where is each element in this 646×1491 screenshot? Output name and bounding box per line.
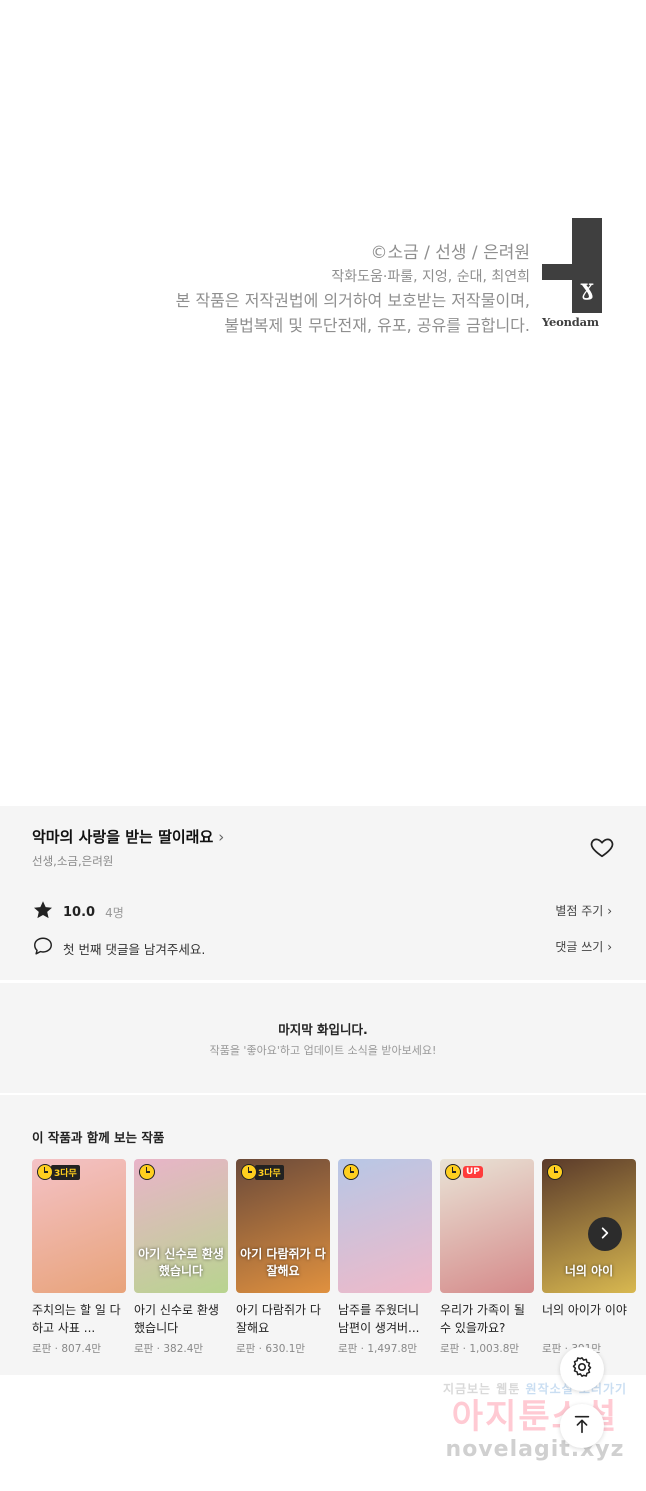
recommendation-card[interactable]: 아기 신수로 환생했습니다 아기 신수로 환생했습니다 로판 · 382.4만 [134, 1159, 228, 1356]
card-meta: 로판 · 807.4만 [32, 1343, 102, 1355]
cover-image: 3다무 아기 다람쥐가 다 잘해요 [236, 1159, 330, 1293]
up-badge: UP [463, 1166, 483, 1178]
credits-area: ©소금 / 선생 / 은려원 작화도움·파룰, 지엉, 순대, 최연희 본 작품… [0, 0, 646, 806]
work-title-link[interactable]: 악마의 사랑을 받는 딸이래요 › [32, 826, 224, 847]
recommendations-title: 이 작품과 함께 보는 작품 [32, 1130, 165, 1145]
carousel-next-button[interactable] [588, 1217, 622, 1251]
clock-icon [37, 1164, 53, 1180]
cover-title: 너의 아이 [564, 1264, 614, 1278]
card-title: 너의 아이가 이야 [542, 1303, 627, 1317]
recommendation-card[interactable]: 너의 아이 너의 아이가 이야 로판 · 391만 [542, 1159, 636, 1356]
cover-image [338, 1159, 432, 1293]
settings-button[interactable] [560, 1347, 604, 1391]
card-title: 우리가 가족이 될 수 있을까요? [440, 1303, 525, 1335]
work-title: 악마의 사랑을 받는 딸이래요 [32, 828, 214, 846]
badge-label: 3다무 [255, 1164, 284, 1180]
credit-assistants: 작화도움·파룰, 지엉, 순대, 최연희 [331, 269, 530, 285]
rate-button[interactable]: 별점 주기 › [555, 902, 612, 919]
arrow-up-icon [571, 1413, 593, 1439]
cover-title: 아기 다람쥐가 다 잘해요 [240, 1247, 326, 1278]
copyright-line-2: 불법복제 및 무단전재, 유포, 공유를 금합니다. [224, 316, 530, 335]
cover-image: 3다무 [32, 1159, 126, 1293]
clock-icon [445, 1164, 461, 1180]
watermark-text-a: 지금보는 웹툰 [442, 1382, 521, 1396]
card-title: 주치의는 할 일 다 하고 사표 ... [32, 1303, 121, 1335]
comment-prompt[interactable]: 첫 번째 댓글을 남겨주세요. [32, 935, 205, 961]
chevron-right-icon: › [607, 940, 612, 954]
comment-prompt-text: 첫 번째 댓글을 남겨주세요. [63, 941, 206, 957]
wait-free-badge: UP [445, 1164, 483, 1180]
badge-label: 3다무 [51, 1164, 80, 1180]
recommendation-carousel[interactable]: 3다무 주치의는 할 일 다 하고 사표 ... 로판 · 807.4만 아기 … [32, 1159, 636, 1356]
watermark-line-3: novelagit.xyz [445, 1437, 625, 1462]
card-title: 아기 다람쥐가 다 잘해요 [236, 1303, 321, 1335]
card-meta: 로판 · 630.1만 [236, 1343, 306, 1355]
cover-image: UP [440, 1159, 534, 1293]
recommendation-card[interactable]: 3다무 주치의는 할 일 다 하고 사표 ... 로판 · 807.4만 [32, 1159, 126, 1356]
write-comment-label: 댓글 쓰기 [555, 940, 604, 954]
wait-free-badge: 3다무 [37, 1164, 80, 1180]
write-comment-button[interactable]: 댓글 쓰기 › [555, 938, 612, 955]
watermark-line-1: 지금보는 웹툰 원작소설 보러가기 [440, 1380, 630, 1397]
clock-icon [547, 1164, 563, 1180]
clock-icon [343, 1164, 359, 1180]
wait-free-badge [139, 1164, 155, 1180]
publisher-logo-text: Yeondam [542, 315, 599, 329]
last-episode-subtext: 작품을 '좋아요'하고 업데이트 소식을 받아보세요! [209, 1044, 437, 1057]
wait-free-badge [343, 1164, 359, 1180]
heart-icon[interactable] [589, 834, 615, 860]
cover-title: 아기 신수로 환생했습니다 [138, 1247, 224, 1278]
wait-free-badge [547, 1164, 563, 1180]
clock-icon [139, 1164, 155, 1180]
cover-image: 아기 신수로 환생했습니다 [134, 1159, 228, 1293]
chevron-right-icon [598, 1225, 612, 1244]
rate-button-label: 별점 주기 [555, 904, 604, 918]
rating-count: 4명 [105, 905, 124, 920]
gear-icon [570, 1355, 594, 1383]
chevron-right-icon: › [607, 904, 612, 918]
star-icon [32, 899, 54, 925]
credit-authors: ©소금 / 선생 / 은려원 [370, 243, 530, 263]
card-meta: 로판 · 1,003.8만 [440, 1343, 520, 1355]
chevron-right-icon: › [218, 827, 225, 846]
publisher-logo: ɣ Yeondam [542, 218, 602, 331]
recommendation-card[interactable]: 남주를 주웠더니 남편이 생겨버... 로판 · 1,497.8만 [338, 1159, 432, 1356]
last-episode-heading: 마지막 화입니다. [278, 1022, 368, 1037]
clock-icon [241, 1164, 257, 1180]
card-title: 아기 신수로 환생했습니다 [134, 1303, 219, 1335]
rating-score: 10.0 [63, 904, 96, 920]
recommendation-card[interactable]: UP 우리가 가족이 될 수 있을까요? 로판 · 1,003.8만 [440, 1159, 534, 1356]
rating-summary: 10.0 4명 [32, 899, 124, 925]
card-title: 남주를 주웠더니 남편이 생겨버... [338, 1303, 420, 1335]
copyright-line-1: 본 작품은 저작권법에 의거하여 보호받는 저작물이며, [175, 291, 530, 310]
copyright-notice: ©소금 / 선생 / 은려원 작화도움·파룰, 지엉, 순대, 최연희 본 작품… [176, 240, 530, 338]
work-authors: 선생,소금,은려원 [32, 854, 114, 868]
wait-free-badge: 3다무 [241, 1164, 284, 1180]
recommendation-card[interactable]: 3다무 아기 다람쥐가 다 잘해요 아기 다람쥐가 다 잘해요 로판 · 630… [236, 1159, 330, 1356]
speech-bubble-icon [32, 935, 54, 961]
last-episode-notice: 마지막 화입니다. 작품을 '좋아요'하고 업데이트 소식을 받아보세요! [0, 983, 646, 1093]
recommendations-section: 이 작품과 함께 보는 작품 3다무 주치의는 할 일 다 하고 사표 ... … [0, 1095, 646, 1375]
scroll-top-button[interactable] [560, 1404, 604, 1448]
card-meta: 로판 · 1,497.8만 [338, 1343, 418, 1355]
card-meta: 로판 · 382.4만 [134, 1343, 204, 1355]
